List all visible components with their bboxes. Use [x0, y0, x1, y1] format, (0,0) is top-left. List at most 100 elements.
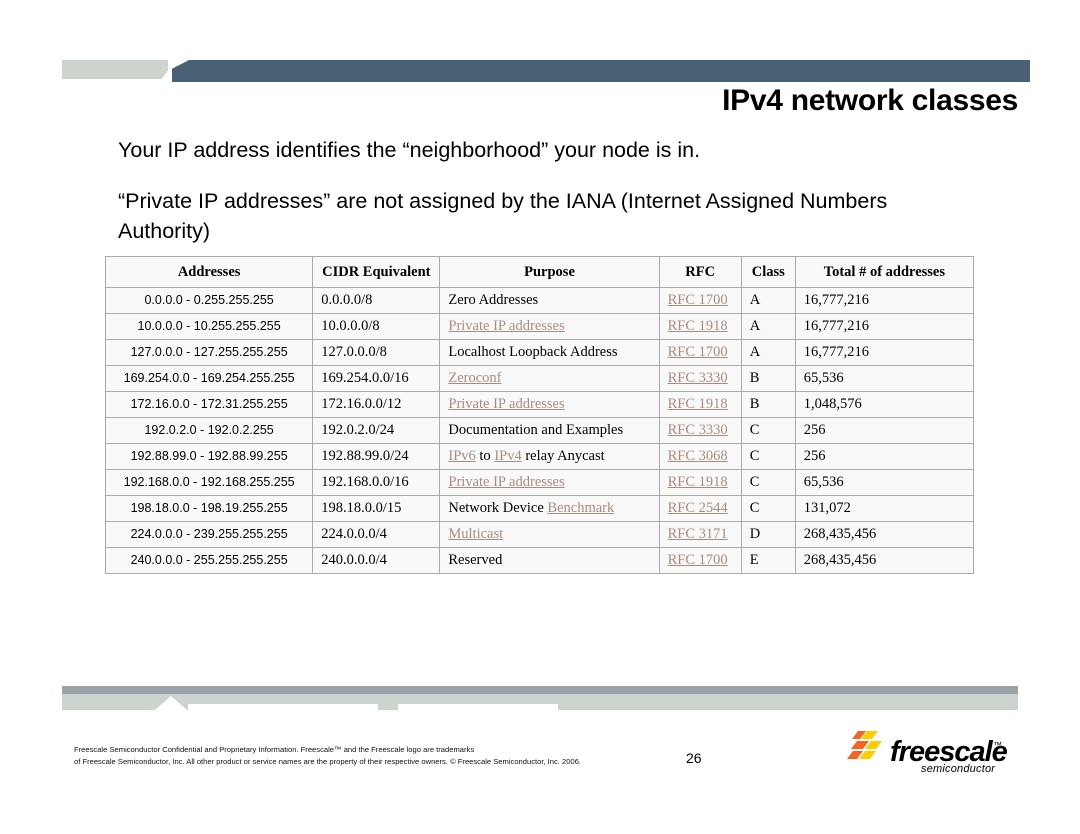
footer-legal-line-1: Freescale Semiconductor Confidential and… — [74, 745, 475, 754]
rfc-link[interactable]: RFC 1700 — [668, 292, 728, 308]
footer-bar-notch — [155, 696, 187, 710]
cell-total-addresses: 65,536 — [794, 469, 975, 496]
cell-class: D — [740, 521, 796, 548]
purpose-link[interactable]: IPv6 — [448, 448, 475, 464]
ipv4-network-classes-table: Addresses CIDR Equivalent Purpose RFC Cl… — [104, 256, 975, 574]
purpose-link[interactable]: Private IP addresses — [448, 474, 564, 490]
cell-rfc: RFC 3068 — [658, 443, 742, 470]
cell-cidr: 127.0.0.0/8 — [312, 339, 441, 366]
table-row: 224.0.0.0 - 239.255.255.255 224.0.0.0/4 Mu… — [104, 521, 975, 548]
rfc-link[interactable]: RFC 1700 — [668, 344, 728, 360]
column-header-total: Total # of addresses — [794, 256, 975, 288]
cell-cidr: 192.88.99.0/24 — [312, 443, 441, 470]
cell-purpose: Private IP addresses — [439, 391, 660, 418]
footer-bar-gap-2 — [398, 704, 558, 710]
cell-total-addresses: 256 — [794, 443, 975, 470]
cell-cidr: 192.168.0.0/16 — [312, 469, 441, 496]
footer-legal-text: Freescale Semiconductor Confidential and… — [74, 744, 674, 767]
cell-purpose: Network Device Benchmark — [439, 495, 660, 522]
cell-addresses: 198.18.0.0 - 198.19.255.255 — [104, 495, 314, 522]
rfc-link[interactable]: RFC 1700 — [668, 552, 728, 568]
cell-purpose: Zeroconf — [439, 365, 660, 392]
cell-total-addresses: 268,435,456 — [794, 521, 975, 548]
rfc-link[interactable]: RFC 3330 — [668, 422, 728, 438]
cell-purpose: Localhost Loopback Address — [439, 339, 660, 366]
cell-addresses: 127.0.0.0 - 127.255.255.255 — [104, 339, 314, 366]
column-header-class: Class — [740, 256, 796, 288]
header-decorative-bar — [0, 60, 1080, 82]
column-header-addresses: Addresses — [104, 256, 314, 288]
cell-class: C — [740, 469, 796, 496]
table-row: 240.0.0.0 - 255.255.255.255 240.0.0.0/4 Re… — [104, 547, 975, 574]
rfc-link[interactable]: RFC 2544 — [668, 500, 728, 516]
page-number: 26 — [686, 750, 702, 766]
purpose-link[interactable]: Benchmark — [547, 500, 614, 516]
cell-total-addresses: 65,536 — [794, 365, 975, 392]
cell-rfc: RFC 3330 — [658, 365, 742, 392]
cell-addresses: 169.254.0.0 - 169.254.255.255 — [104, 365, 314, 392]
bullet-text-2: “Private IP addresses” are not assigned … — [118, 189, 888, 243]
cell-total-addresses: 256 — [794, 417, 975, 444]
footer-bar-gap-1 — [188, 704, 378, 710]
footer-bar-dark — [62, 686, 1018, 694]
cell-addresses: 192.88.99.0 - 192.88.99.255 — [104, 443, 314, 470]
cell-class: B — [740, 391, 796, 418]
cell-class: E — [740, 547, 796, 574]
cell-total-addresses: 268,435,456 — [794, 547, 975, 574]
cell-rfc: RFC 3171 — [658, 521, 742, 548]
cell-purpose: Private IP addresses — [439, 469, 660, 496]
purpose-link-2[interactable]: IPv4 — [494, 448, 521, 464]
cell-addresses: 192.0.2.0 - 192.0.2.255 — [104, 417, 314, 444]
rfc-link[interactable]: RFC 1918 — [668, 318, 728, 334]
purpose-text-mid: to — [475, 448, 495, 464]
purpose-text: Network Device — [448, 500, 548, 516]
cell-addresses: 172.16.0.0 - 172.31.255.255 — [104, 391, 314, 418]
purpose-text-post: relay Anycast — [521, 448, 605, 464]
table-row: 192.168.0.0 - 192.168.255.255 192.168.0.0… — [104, 469, 975, 496]
rfc-link[interactable]: RFC 1918 — [668, 474, 728, 490]
cell-total-addresses: 131,072 — [794, 495, 975, 522]
cell-cidr: 0.0.0.0/8 — [312, 287, 441, 314]
purpose-link[interactable]: Private IP addresses — [448, 396, 564, 412]
rfc-link[interactable]: RFC 3068 — [668, 448, 728, 464]
page-title: IPv4 network classes — [722, 84, 1018, 117]
cell-cidr: 10.0.0.0/8 — [312, 313, 441, 340]
cell-rfc: RFC 1700 — [658, 287, 742, 314]
table-row: 10.0.0.0 - 10.255.255.255 10.0.0.0/8 Priva… — [104, 313, 975, 340]
cell-cidr: 172.16.0.0/12 — [312, 391, 441, 418]
cell-addresses: 192.168.0.0 - 192.168.255.255 — [104, 469, 314, 496]
cell-addresses: 240.0.0.0 - 255.255.255.255 — [104, 547, 314, 574]
cell-class: A — [740, 313, 796, 340]
table-row: 198.18.0.0 - 198.19.255.255 198.18.0.0/15… — [104, 495, 975, 522]
purpose-link[interactable]: Private IP addresses — [448, 318, 564, 334]
cell-purpose: Reserved — [439, 547, 660, 574]
cell-class: C — [740, 495, 796, 522]
cell-cidr: 240.0.0.0/4 — [312, 547, 441, 574]
cell-class: C — [740, 417, 796, 444]
cell-total-addresses: 1,048,576 — [794, 391, 975, 418]
purpose-link[interactable]: Multicast — [448, 526, 503, 542]
cell-cidr: 169.254.0.0/16 — [312, 365, 441, 392]
cell-addresses: 0.0.0.0 - 0.255.255.255 — [104, 287, 314, 314]
freescale-logo: freescale ™ semiconductor — [845, 728, 1020, 784]
footer-legal-line-2: of Freescale Semiconductor, Inc. All oth… — [74, 756, 582, 766]
cell-rfc: RFC 3330 — [658, 417, 742, 444]
column-header-purpose: Purpose — [439, 256, 660, 288]
rfc-link[interactable]: RFC 1918 — [668, 396, 728, 412]
cell-purpose: Multicast — [439, 521, 660, 548]
table-header-row: Addresses CIDR Equivalent Purpose RFC Cl… — [104, 256, 975, 288]
freescale-trademark-symbol: ™ — [993, 740, 1002, 750]
cell-rfc: RFC 1918 — [658, 469, 742, 496]
table-row: 192.88.99.0 - 192.88.99.255 192.88.99.0/2… — [104, 443, 975, 470]
cell-addresses: 224.0.0.0 - 239.255.255.255 — [104, 521, 314, 548]
header-bar-right-accent — [172, 60, 1030, 82]
cell-total-addresses: 16,777,216 — [794, 313, 975, 340]
cell-cidr: 198.18.0.0/15 — [312, 495, 441, 522]
cell-total-addresses: 16,777,216 — [794, 287, 975, 314]
cell-rfc: RFC 2544 — [658, 495, 742, 522]
cell-cidr: 192.0.2.0/24 — [312, 417, 441, 444]
rfc-link[interactable]: RFC 3171 — [668, 526, 728, 542]
rfc-link[interactable]: RFC 3330 — [668, 370, 728, 386]
table-row: 169.254.0.0 - 169.254.255.255 169.254.0.0… — [104, 365, 975, 392]
purpose-link[interactable]: Zeroconf — [448, 370, 501, 386]
